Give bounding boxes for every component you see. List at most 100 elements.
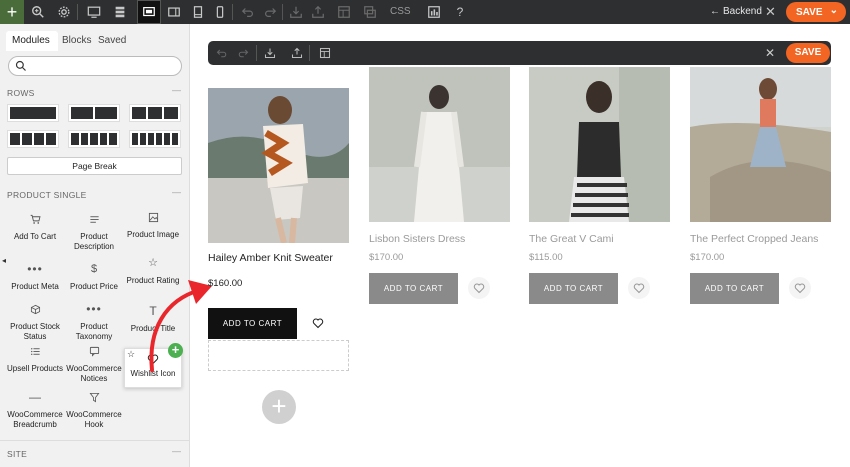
tab-saved[interactable]: Saved [98,31,126,51]
add-to-cart-button[interactable]: ADD TO CART [208,308,297,339]
add-row-button[interactable]: + [262,390,296,424]
module-product-image[interactable]: Product Image [123,212,183,240]
product-price: $115.00 [529,252,563,263]
export-icon[interactable] [286,41,308,65]
product-price: $170.00 [369,252,404,263]
module-label: WooCommerce Hook [66,410,122,429]
row-layout-4col[interactable] [7,130,59,148]
add-to-cart-button[interactable]: ADD TO CART [529,273,618,304]
notice-icon [64,346,124,360]
collapse-product-single-icon[interactable]: — [172,187,181,197]
laptop-view-icon[interactable] [137,0,161,24]
row-layout-3col[interactable] [129,104,181,122]
panel-collapse-arrow-icon[interactable]: ◂ [2,256,6,265]
module-label: Product Taxonomy [75,322,113,341]
builder-toolbar: ✕ SAVE [208,41,831,65]
tablet-landscape-icon[interactable] [162,0,186,24]
heart-icon[interactable] [468,277,490,299]
module-product-meta[interactable]: ••• Product Meta [5,262,65,292]
module-drop-zone[interactable] [208,340,349,371]
product-name[interactable]: Hailey Amber Knit Sweater [208,252,333,264]
save-button[interactable]: SAVE ⌄ [786,2,846,22]
module-label: Add To Cart [13,232,57,241]
image-icon [123,212,183,226]
row-layout-5col[interactable] [68,130,120,148]
heart-icon[interactable] [307,312,329,334]
import-icon[interactable] [284,0,308,24]
description-icon [64,214,124,228]
add-to-cart-button[interactable]: ADD TO CART [690,273,779,304]
module-product-stock-status[interactable]: Product Stock Status [5,304,65,342]
add-to-cart-button[interactable]: ADD TO CART [369,273,458,304]
add-plus-icon[interactable]: + [0,0,24,24]
close-icon[interactable]: ✕ [765,0,776,24]
backend-link[interactable]: ← Backend [710,0,762,24]
product-name[interactable]: The Perfect Cropped Jeans [690,233,818,245]
undo-icon[interactable] [211,41,233,65]
zoom-icon[interactable] [26,0,50,24]
search-input[interactable] [8,56,182,76]
dollar-icon: $ [90,263,98,275]
site-section-title: SITE [7,449,28,459]
funnel-icon [64,392,124,406]
module-upsell-products[interactable]: Upsell Products [5,346,65,374]
mobile-view-icon[interactable] [208,0,232,24]
help-icon[interactable]: ? [448,0,472,24]
save-button[interactable]: SAVE [786,43,830,63]
row-layout-2col[interactable] [68,104,120,122]
module-woocommerce-hook[interactable]: WooCommerce Hook [64,392,124,430]
module-product-price[interactable]: $ Product Price [64,264,124,292]
module-add-to-cart[interactable]: Add To Cart [5,214,65,242]
duplicate-icon[interactable] [358,0,382,24]
close-icon[interactable]: ✕ [765,41,775,65]
import-icon[interactable] [259,41,281,65]
layers-icon[interactable] [108,0,132,24]
product-price: $170.00 [690,252,725,263]
modules-panel: Modules Blocks Saved ROWS — Page Break P… [0,24,190,467]
page-break-button[interactable]: Page Break [7,157,182,175]
module-product-taxonomy[interactable]: ••• Product Taxonomy [64,303,124,342]
layout-icon[interactable] [314,41,336,65]
product-image[interactable] [529,67,670,222]
collapse-site-icon[interactable]: — [172,446,181,456]
product-image[interactable] [208,88,349,243]
heart-icon[interactable] [628,277,650,299]
redo-icon[interactable] [232,41,254,65]
module-product-description[interactable]: Product Description [64,214,124,252]
module-label: Product Meta [11,282,59,291]
layout-icon[interactable] [332,0,356,24]
module-woocommerce-breadcrumb[interactable]: — WooCommerce Breadcrumb [5,390,65,430]
css-button[interactable]: CSS [390,0,411,24]
collapse-rows-icon[interactable]: — [172,85,181,95]
minus-icon: — [29,390,41,404]
product-name[interactable]: Lisbon Sisters Dress [369,233,465,245]
cart-icon [5,214,65,228]
arrow-left-icon: ← [710,6,720,17]
product-image[interactable] [690,67,831,222]
redo-icon[interactable] [258,0,282,24]
product-image[interactable] [369,67,510,222]
tab-modules[interactable]: Modules [6,31,58,51]
chevron-down-icon[interactable]: ⌄ [830,5,838,16]
undo-icon[interactable] [236,0,260,24]
settings-gear-icon[interactable] [52,0,76,24]
module-label: Product Description [73,232,114,251]
product-single-section-title: PRODUCT SINGLE [7,190,87,200]
module-label: WooCommerce Breadcrumb [7,410,63,429]
module-label: Product Image [126,230,180,239]
module-woocommerce-notices[interactable]: WooCommerce Notices [64,346,124,384]
save-label: SAVE [796,6,823,18]
heart-icon[interactable] [789,277,811,299]
row-layout-6col[interactable] [129,130,181,148]
export-icon[interactable] [306,0,330,24]
row-layout-1col[interactable] [7,104,59,122]
dots-icon: ••• [27,262,43,276]
module-label: Product Stock Status [10,322,60,341]
desktop-view-icon[interactable] [82,0,106,24]
chart-icon[interactable] [422,0,446,24]
module-label: Product Price [69,282,119,291]
search-icon [15,60,26,71]
tab-blocks[interactable]: Blocks [62,31,91,51]
product-name[interactable]: The Great V Cami [529,233,614,245]
tablet-portrait-icon[interactable] [186,0,210,24]
